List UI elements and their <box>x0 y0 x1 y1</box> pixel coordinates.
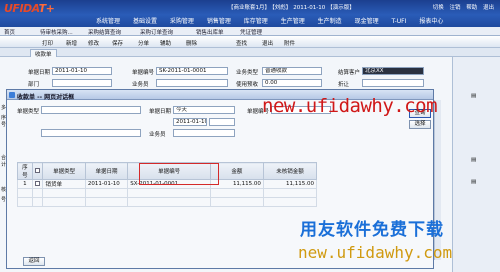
menu-sales[interactable]: 销售管理 <box>207 18 231 25</box>
delete-button[interactable]: 删除 <box>186 39 197 47</box>
col-no: 序号 <box>17 162 33 180</box>
app-logo: UFIDAT+ <box>4 2 55 15</box>
top-banner: UFIDAT+ 【商业账套1月】 【刘彪】 2011-01-10 【演示版】 切换 注… <box>0 0 500 27</box>
select-button[interactable]: 选择 <box>409 120 431 129</box>
new-button[interactable]: 新增 <box>66 39 77 47</box>
right-panel-icon[interactable]: ▤ <box>471 157 476 163</box>
watermark-cn: 用友软件免费下载 <box>300 220 444 240</box>
find-button[interactable]: 查找 <box>236 39 247 47</box>
switch-link[interactable]: 切换 <box>433 5 444 11</box>
menu-cash[interactable]: 现金管理 <box>355 18 379 25</box>
menu-inventory[interactable]: 库存管理 <box>244 18 268 25</box>
save-button[interactable]: 保存 <box>112 39 123 47</box>
col-open: 未核销金额 <box>262 162 318 180</box>
prepaid-field[interactable]: 0.00 <box>262 79 322 87</box>
row-no: 1 <box>17 179 33 189</box>
doc-no-label: 单据编号 <box>132 70 155 76</box>
tab-receipt[interactable]: 收款单 <box>30 49 57 58</box>
menu-manufacture[interactable]: 生产制造 <box>318 18 342 25</box>
tab-pending[interactable]: 待审核采购... <box>40 28 73 36</box>
customer-label: 结算客户 <box>338 70 361 76</box>
date-range-field[interactable]: 2011-01-10 <box>173 118 207 126</box>
menu-reports[interactable]: 报表中心 <box>419 18 443 25</box>
date-from-field[interactable]: 今天 <box>173 106 235 114</box>
main-menu: 系统管理 基础设置 采购管理 销售管理 库存管理 生产管理 生产制造 现金管理 … <box>96 16 454 25</box>
split-button[interactable]: 分单 <box>138 39 149 47</box>
doc-type-label: 单据类型 <box>17 109 40 115</box>
dialog-date-label: 单据日期 <box>149 109 172 115</box>
menu-tufi[interactable]: T-UFI <box>392 18 407 25</box>
col-type: 单据类型 <box>42 162 86 180</box>
watermark-url-bottom: new.ufidawhy.com <box>298 243 453 262</box>
return-button[interactable]: 返回 <box>23 257 45 266</box>
col-check[interactable] <box>31 162 44 180</box>
open-tabs: 首页 待审核采购... 采购结算查询 采购订单查询 销售出库单 凭证管理 <box>0 27 500 36</box>
tab-home[interactable]: 首页 <box>4 28 15 36</box>
menu-purchase[interactable]: 采购管理 <box>170 18 194 25</box>
dialog-staff-label: 业务员 <box>149 132 166 138</box>
select-all-checkbox[interactable] <box>35 168 41 173</box>
assist-button[interactable]: 辅助 <box>160 39 171 47</box>
dialog-app-icon <box>9 92 15 98</box>
dialog-staff-field[interactable] <box>173 129 235 137</box>
highlight-box <box>139 163 219 185</box>
biz-type-field[interactable]: 普通收款 <box>262 67 322 75</box>
staff-field[interactable] <box>156 79 228 87</box>
top-links: 切换 注销 帮助 退出 <box>429 3 494 11</box>
row-checkbox[interactable] <box>34 181 40 186</box>
customer-field[interactable]: 北京XX <box>362 67 424 75</box>
menu-basic[interactable]: 基础设置 <box>133 18 157 25</box>
dialog-extra-field[interactable] <box>41 129 141 137</box>
row-check[interactable] <box>31 179 44 189</box>
biz-type-label: 业务类型 <box>236 70 259 76</box>
right-panel-icon[interactable]: ▤ <box>471 93 476 99</box>
date-to-field[interactable] <box>209 118 235 126</box>
row-type: 销货单 <box>42 179 86 189</box>
dept-label: 部门 <box>28 82 40 88</box>
tab-purchase-settle[interactable]: 采购结算查询 <box>88 28 121 36</box>
discount-label: 折让 <box>338 82 350 88</box>
exit-link[interactable]: 退出 <box>483 5 494 11</box>
row-open: 11,115.00 <box>262 179 318 189</box>
doc-date-field[interactable]: 2011-01-10 <box>52 67 112 75</box>
session-status: 【商业账套1月】 【刘彪】 2011-01-10 【演示版】 <box>228 5 355 11</box>
dept-field[interactable] <box>52 79 112 87</box>
menu-system[interactable]: 系统管理 <box>96 18 120 25</box>
right-panel-icon[interactable]: ▤ <box>471 179 476 185</box>
prepaid-label: 使用预收 <box>236 82 259 88</box>
col-date: 单据日期 <box>84 162 129 180</box>
row-date: 2011-01-10 <box>84 179 129 189</box>
attachment-button[interactable]: 附件 <box>284 39 295 47</box>
tab-voucher[interactable]: 凭证管理 <box>240 28 262 36</box>
doc-tabs: 收款单 <box>0 48 500 58</box>
discount-field[interactable] <box>362 79 424 87</box>
exit-button[interactable]: 退出 <box>262 39 273 47</box>
staff-label: 业务员 <box>132 82 149 88</box>
menu-production[interactable]: 生产管理 <box>281 18 305 25</box>
watermark-url-top: new.ufidawhy.com <box>262 95 438 117</box>
doc-no-field[interactable]: SK-2011-01-0001 <box>156 67 228 75</box>
doc-type-field[interactable] <box>41 106 141 114</box>
tab-sales-out[interactable]: 销售出库单 <box>196 28 224 36</box>
doc-date-label: 单据日期 <box>28 70 51 76</box>
print-button[interactable]: 打印 <box>42 39 53 47</box>
right-panel: ▤ ▤ ▤ <box>452 57 500 272</box>
toolbar: 打印 新增 修改 保存 分单 辅助 删除 查找 退出 附件 <box>0 36 500 48</box>
help-link[interactable]: 帮助 <box>466 5 477 11</box>
edit-button[interactable]: 修改 <box>88 39 99 47</box>
logout-link[interactable]: 注销 <box>449 5 460 11</box>
tab-purchase-order[interactable]: 采购订单查询 <box>140 28 173 36</box>
